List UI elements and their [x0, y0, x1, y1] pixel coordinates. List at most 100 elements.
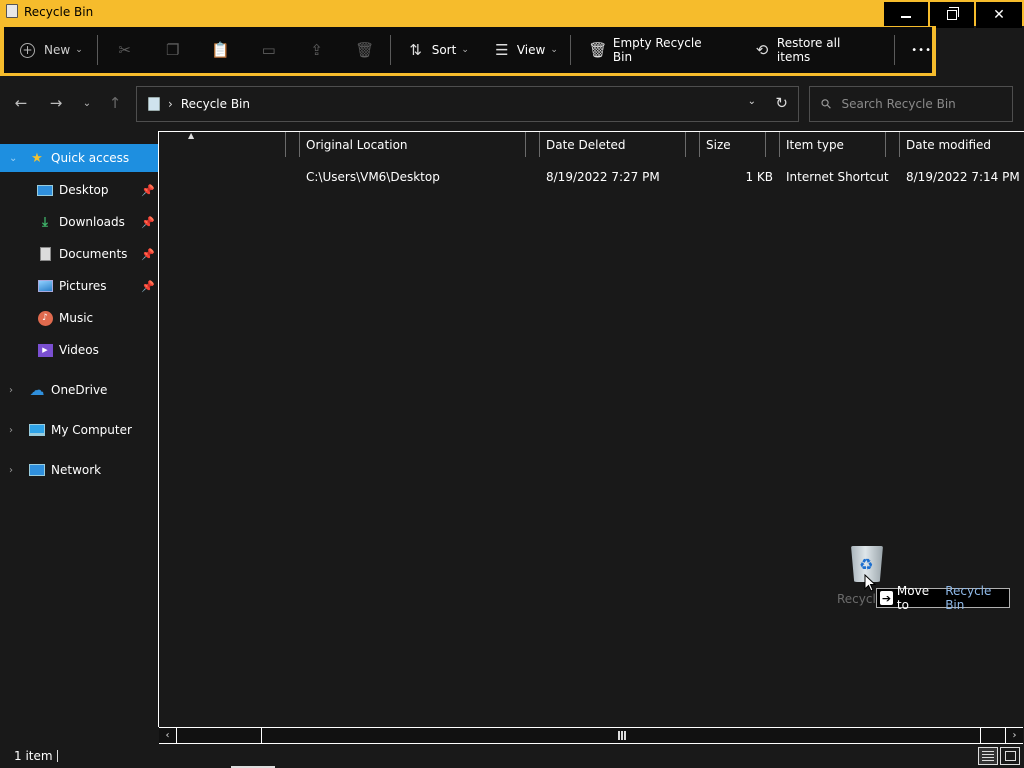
sidebar-item-label: Music: [59, 311, 94, 325]
toolbar-divider: [389, 35, 391, 65]
column-divider[interactable]: [525, 132, 526, 157]
back-button[interactable]: ←: [10, 92, 32, 114]
column-divider[interactable]: [539, 132, 540, 157]
expand-chevron-icon[interactable]: ›: [9, 465, 13, 476]
up-button[interactable]: ↑: [104, 92, 126, 114]
column-divider[interactable]: [699, 132, 700, 157]
sort-button[interactable]: ⇅ Sort ⌄: [407, 27, 468, 73]
scrollbar-thumb[interactable]: [261, 728, 981, 743]
sidebar-item-desktop[interactable]: Desktop 📌: [0, 176, 158, 204]
document-icon: [37, 247, 53, 261]
restore-button[interactable]: [930, 2, 974, 28]
sidebar-item-label: OneDrive: [51, 383, 108, 397]
column-divider[interactable]: [299, 132, 300, 157]
sidebar-item-label: My Computer: [51, 423, 132, 437]
pin-icon[interactable]: 📌: [141, 184, 155, 197]
column-divider[interactable]: [899, 132, 900, 157]
paste-icon: 📋: [211, 41, 231, 59]
share-button[interactable]: ⇪: [308, 27, 326, 73]
arrow-left-icon: ←: [14, 94, 28, 112]
expand-chevron-icon[interactable]: ›: [9, 425, 13, 436]
collapse-chevron-icon[interactable]: ⌄: [9, 153, 17, 164]
forward-button[interactable]: →: [45, 92, 67, 114]
pin-icon[interactable]: 📌: [141, 248, 155, 261]
pin-icon[interactable]: 📌: [141, 280, 155, 293]
sidebar-item-videos[interactable]: ▶ Videos: [0, 336, 158, 364]
search-box[interactable]: ⚲: [809, 86, 1013, 122]
view-button[interactable]: ☰ View ⌄: [493, 27, 558, 73]
close-button[interactable]: ✕: [976, 2, 1022, 28]
sort-icon: ⇅: [409, 41, 422, 59]
column-header-date-modified[interactable]: Date modified: [906, 132, 1024, 157]
copy-icon: ❐: [165, 41, 180, 59]
close-icon: ✕: [993, 7, 1005, 23]
file-list: ▲ Original Location Date Deleted Size It…: [158, 131, 1024, 727]
sidebar-item-label: Downloads: [59, 215, 125, 229]
breadcrumb-recycle-bin[interactable]: Recycle Bin: [181, 97, 250, 111]
sidebar-item-network[interactable]: › Network: [0, 456, 158, 484]
command-bar: + New ⌄ ✂ ❐ 📋 ▭ ⇪ 🗑 ⇅ Sort ⌄ ☰ View ⌄ 🗑 …: [4, 27, 932, 73]
sidebar-item-documents[interactable]: Documents 📌: [0, 240, 158, 268]
column-divider[interactable]: [765, 132, 766, 157]
address-dropdown-button[interactable]: ⌄: [748, 96, 756, 107]
address-bar[interactable]: › Recycle Bin ⌄ ↻: [136, 86, 799, 122]
paste-button[interactable]: 📋: [211, 27, 231, 73]
recent-locations-button[interactable]: ⌄: [76, 92, 98, 114]
cell-original-location: C:\Users\VM6\Desktop: [306, 170, 440, 184]
sidebar-item-downloads[interactable]: ⤓ Downloads 📌: [0, 208, 158, 236]
cell-size: 1 KB: [745, 170, 773, 184]
plus-icon: +: [20, 42, 35, 58]
scroll-left-button[interactable]: ‹: [159, 728, 177, 743]
column-header-item-type[interactable]: Item type: [786, 132, 884, 157]
rename-button[interactable]: ▭: [260, 27, 278, 73]
chevron-down-icon: ⌄: [75, 45, 83, 55]
pin-icon[interactable]: 📌: [141, 216, 155, 229]
delete-button[interactable]: 🗑: [355, 27, 374, 73]
expand-chevron-icon[interactable]: ›: [9, 385, 13, 396]
drag-tooltip: ➔ Move to Recycle Bin: [876, 584, 1010, 612]
view-label: View: [516, 43, 546, 57]
column-divider[interactable]: [885, 132, 886, 157]
arrow-up-icon: ↑: [108, 94, 122, 112]
status-bar: 1 item: [0, 744, 1024, 768]
search-icon: ⚲: [818, 95, 836, 113]
new-button[interactable]: + New ⌄: [20, 27, 83, 73]
copy-button[interactable]: ❐: [164, 27, 182, 73]
column-header-row: ▲ Original Location Date Deleted Size It…: [159, 131, 1024, 157]
column-header-original-location[interactable]: Original Location: [306, 132, 524, 157]
search-input[interactable]: [841, 97, 1002, 111]
cell-date-modified: 8/19/2022 7:14 PM: [906, 170, 1020, 184]
sort-ascending-icon: ▲: [188, 131, 195, 140]
sidebar-item-quick-access[interactable]: ⌄ ★ Quick access: [0, 144, 158, 172]
sidebar-item-my-computer[interactable]: › My Computer: [0, 416, 158, 444]
rename-icon: ▭: [261, 41, 276, 59]
window-title: Recycle Bin: [24, 5, 94, 19]
column-divider[interactable]: [685, 132, 686, 157]
scroll-right-button[interactable]: ›: [1005, 728, 1023, 743]
computer-icon: [29, 423, 45, 437]
item-count: 1 item: [14, 749, 53, 763]
desktop-icon: [37, 183, 53, 197]
column-header-date-deleted[interactable]: Date Deleted: [546, 132, 684, 157]
column-header-size[interactable]: Size: [706, 132, 764, 157]
column-divider[interactable]: [779, 132, 780, 157]
empty-recycle-bin-button[interactable]: 🗑 Empty Recycle Bin: [588, 27, 723, 73]
column-divider[interactable]: [285, 132, 286, 157]
refresh-button[interactable]: ↻: [775, 94, 788, 112]
recycle-arrows-icon: ♻: [859, 555, 874, 574]
details-view-button[interactable]: [978, 747, 998, 765]
restore-all-items-button[interactable]: ⟲ Restore all items: [753, 27, 876, 73]
sidebar-item-label: Quick access: [51, 151, 130, 165]
large-icons-view-button[interactable]: [1000, 747, 1020, 765]
horizontal-scrollbar[interactable]: ‹ ›: [159, 727, 1023, 744]
minimize-button[interactable]: [884, 2, 928, 28]
cell-date-deleted: 8/19/2022 7:27 PM: [546, 170, 660, 184]
restore-icon: [947, 7, 959, 20]
sidebar-item-music[interactable]: ♪ Music: [0, 304, 158, 332]
sidebar-item-pictures[interactable]: Pictures 📌: [0, 272, 158, 300]
column-header-name[interactable]: ▲: [159, 131, 285, 157]
sidebar-item-onedrive[interactable]: › ☁ OneDrive: [0, 376, 158, 404]
cut-button[interactable]: ✂: [116, 27, 134, 73]
more-options-button[interactable]: •••: [911, 27, 932, 73]
sidebar-item-label: Desktop: [59, 183, 109, 197]
